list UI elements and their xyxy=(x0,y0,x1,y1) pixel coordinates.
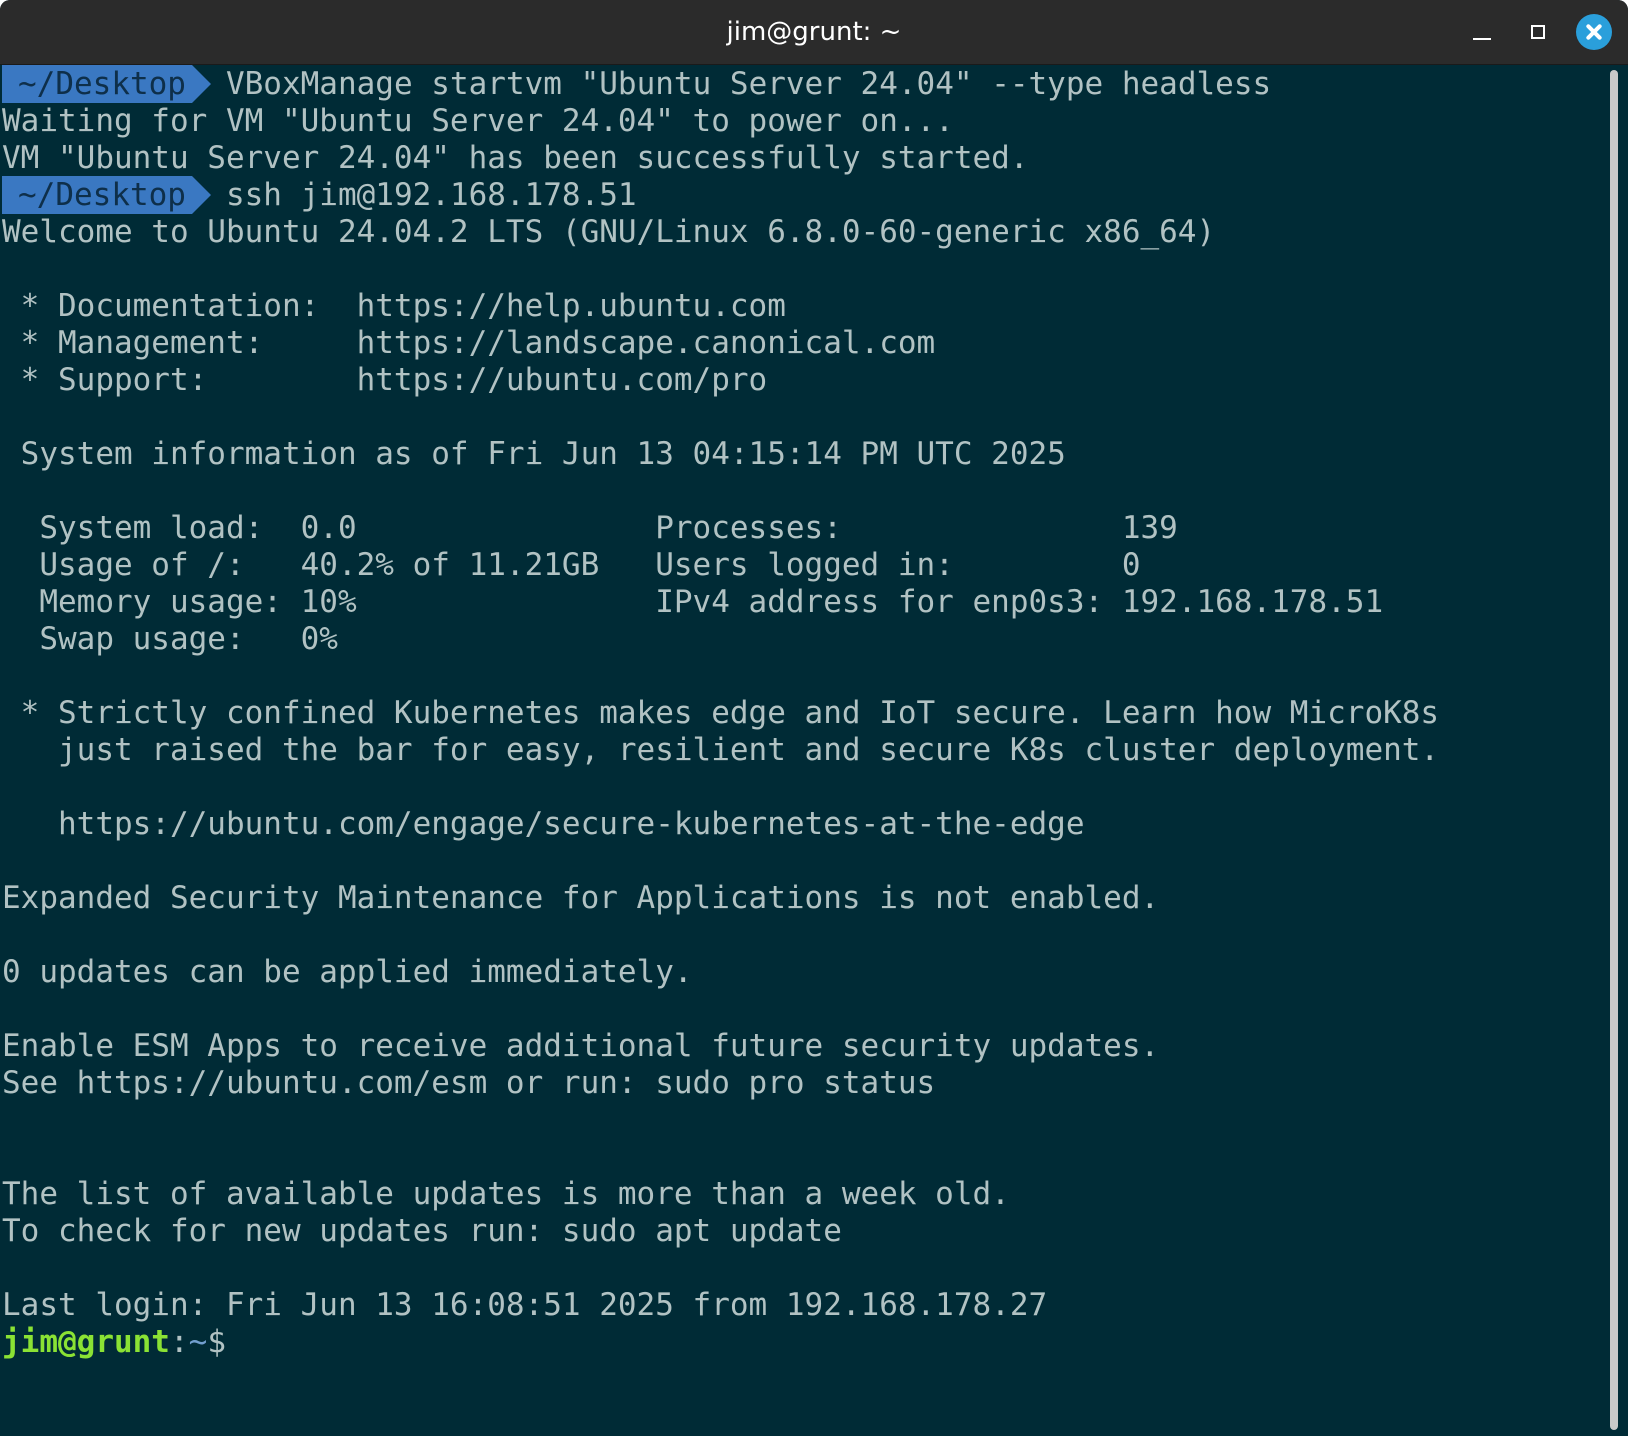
prompt-path: ~ xyxy=(188,1324,208,1360)
output-line: * Management: https://landscape.canonica… xyxy=(2,325,936,361)
output-line: Expanded Security Maintenance for Applic… xyxy=(2,880,1160,916)
output-line: System load: 0.0 Processes: 139 xyxy=(2,510,1178,546)
output-line: * Support: https://ubuntu.com/pro xyxy=(2,362,768,398)
output-line: just raised the bar for easy, resilient … xyxy=(2,732,1440,768)
output-line: * Strictly confined Kubernetes makes edg… xyxy=(2,695,1440,731)
output-line: Usage of /: 40.2% of 11.21GB Users logge… xyxy=(2,547,1141,583)
title-bar[interactable]: jim@grunt: ~ xyxy=(0,0,1628,65)
close-button[interactable] xyxy=(1576,14,1612,50)
window-title: jim@grunt: ~ xyxy=(726,17,902,47)
output-line: Last login: Fri Jun 13 16:08:51 2025 fro… xyxy=(2,1287,1048,1323)
prompt-line: ~/Desktop VBoxManage startvm "Ubuntu Serv… xyxy=(2,65,1271,103)
maximize-icon xyxy=(1531,25,1545,39)
prompt-separator: : xyxy=(169,1324,189,1360)
prompt-line: ~/Desktop ssh jim@192.168.178.51 xyxy=(2,176,637,214)
output-line: VM "Ubuntu Server 24.04" has been succes… xyxy=(2,140,1029,176)
output-line: https://ubuntu.com/engage/secure-kuberne… xyxy=(2,806,1085,842)
maximize-button[interactable] xyxy=(1520,14,1556,50)
output-line: Welcome to Ubuntu 24.04.2 LTS (GNU/Linux… xyxy=(2,214,1216,250)
output-line: Waiting for VM "Ubuntu Server 24.04" to … xyxy=(2,103,954,139)
command-text: VBoxManage startvm "Ubuntu Server 24.04"… xyxy=(225,66,1272,102)
terminal-window: jim@grunt: ~ ~/Desktop VBoxManage startvm… xyxy=(0,0,1628,1436)
output-line: The list of available updates is more th… xyxy=(2,1176,1010,1212)
shell-prompt[interactable]: jim@grunt:~$ xyxy=(2,1323,245,1361)
prompt-path-segment: ~/Desktop xyxy=(2,176,211,214)
prompt-symbol: $ xyxy=(207,1324,226,1360)
output-line: System information as of Fri Jun 13 04:1… xyxy=(2,436,1066,472)
close-icon xyxy=(1576,14,1612,50)
output-line: Memory usage: 10% IPv4 address for enp0s… xyxy=(2,584,1384,620)
minimize-icon xyxy=(1473,38,1491,40)
scrollbar[interactable] xyxy=(1610,70,1618,1436)
minimize-button[interactable] xyxy=(1464,14,1500,50)
prompt-user-host: jim@grunt xyxy=(2,1324,170,1360)
output-line: Enable ESM Apps to receive additional fu… xyxy=(2,1028,1160,1064)
output-line: * Documentation: https://help.ubuntu.com xyxy=(2,288,786,324)
output-line: See https://ubuntu.com/esm or run: sudo … xyxy=(2,1065,936,1101)
output-line: To check for new updates run: sudo apt u… xyxy=(2,1213,842,1249)
terminal-output[interactable]: ~/Desktop VBoxManage startvm "Ubuntu Serv… xyxy=(0,65,1608,1436)
prompt-path-segment: ~/Desktop xyxy=(2,65,211,103)
command-text: ssh jim@192.168.178.51 xyxy=(225,177,637,213)
scrollbar-thumb[interactable] xyxy=(1610,70,1618,1430)
output-line: Swap usage: 0% xyxy=(2,621,338,657)
output-line: 0 updates can be applied immediately. xyxy=(2,954,693,990)
